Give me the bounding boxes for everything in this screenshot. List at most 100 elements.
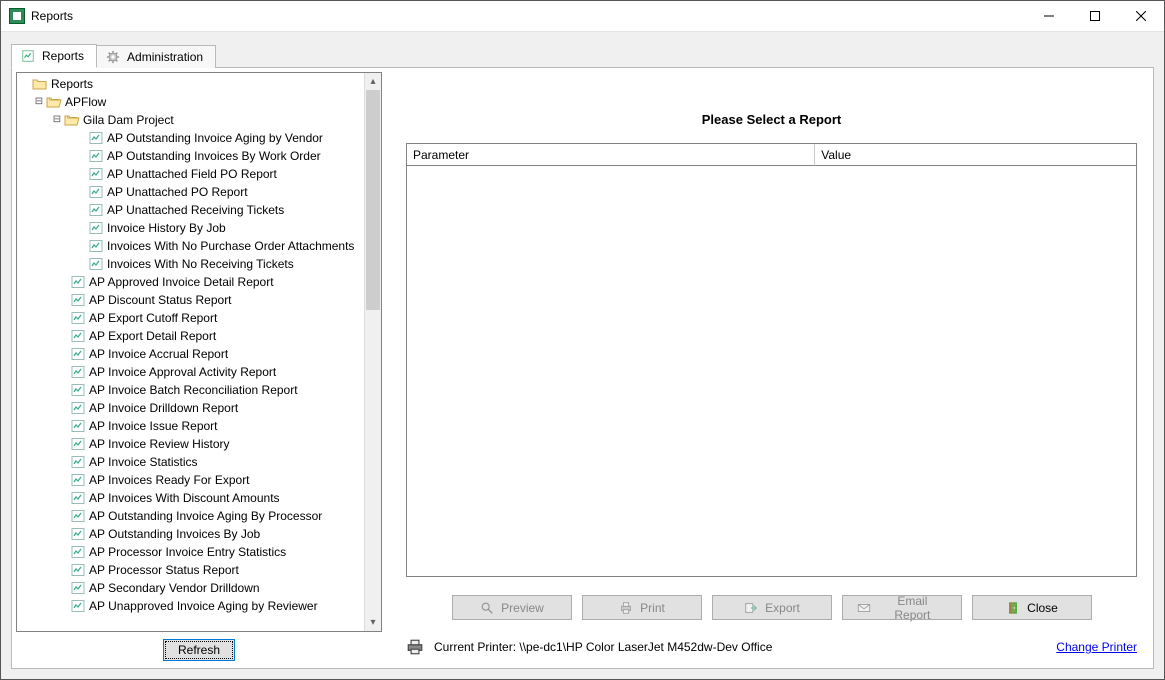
- tree-report-item[interactable]: Invoice History By Job: [19, 219, 364, 237]
- report-icon: [88, 148, 104, 164]
- report-icon: [70, 418, 86, 434]
- tree-report-item[interactable]: AP Outstanding Invoices By Job: [19, 525, 364, 543]
- tab-label: Reports: [42, 49, 84, 63]
- tree-report-item[interactable]: AP Invoice Issue Report: [19, 417, 364, 435]
- tab-administration[interactable]: Administration: [96, 45, 216, 68]
- print-button[interactable]: Print: [582, 595, 702, 620]
- report-icon: [70, 328, 86, 344]
- report-icon: [70, 544, 86, 560]
- window-title: Reports: [31, 9, 73, 23]
- tree-node-label: AP Processor Status Report: [89, 561, 239, 579]
- tree-folder-project[interactable]: ⊟Gila Dam Project: [19, 111, 364, 129]
- close-window-button[interactable]: [1118, 1, 1164, 31]
- action-row: Preview Print Export: [406, 577, 1137, 624]
- export-icon: [743, 600, 759, 616]
- column-parameter[interactable]: Parameter: [407, 144, 815, 166]
- report-icon: [70, 472, 86, 488]
- report-icon: [70, 274, 86, 290]
- tree-report-item[interactable]: AP Unattached Field PO Report: [19, 165, 364, 183]
- tree-container: Reports⊟APFlow⊟Gila Dam ProjectAP Outsta…: [16, 72, 382, 632]
- report-icon: [70, 526, 86, 542]
- content-frame: Reports⊟APFlow⊟Gila Dam ProjectAP Outsta…: [11, 67, 1154, 669]
- tree-node-label: AP Invoices Ready For Export: [89, 471, 250, 489]
- tabbar: Reports Administration: [11, 42, 1154, 68]
- tab-reports[interactable]: Reports: [11, 44, 97, 68]
- report-icon: [88, 184, 104, 200]
- report-tree[interactable]: Reports⊟APFlow⊟Gila Dam ProjectAP Outsta…: [17, 73, 364, 631]
- report-icon: [70, 580, 86, 596]
- tree-folder-apflow[interactable]: ⊟APFlow: [19, 93, 364, 111]
- report-icon: [70, 292, 86, 308]
- tree-report-item[interactable]: AP Approved Invoice Detail Report: [19, 273, 364, 291]
- report-icon: [88, 220, 104, 236]
- tree-node-label: AP Invoice Accrual Report: [89, 345, 228, 363]
- tree-report-item[interactable]: AP Invoice Batch Reconciliation Report: [19, 381, 364, 399]
- parameter-grid-header: Parameter Value: [407, 144, 1136, 166]
- report-icon: [88, 238, 104, 254]
- parameter-grid: Parameter Value: [406, 143, 1137, 577]
- titlebar: Reports: [1, 1, 1164, 32]
- tree-expander[interactable]: ⊟: [33, 93, 45, 111]
- button-label: Close: [1027, 601, 1058, 615]
- tree-report-item[interactable]: AP Invoice Statistics: [19, 453, 364, 471]
- tree-report-item[interactable]: Invoices With No Purchase Order Attachme…: [19, 237, 364, 255]
- tree-report-item[interactable]: AP Processor Status Report: [19, 561, 364, 579]
- tree-report-item[interactable]: AP Processor Invoice Entry Statistics: [19, 543, 364, 561]
- tree-scrollbar[interactable]: ▴ ▾: [364, 73, 381, 631]
- report-icon: [70, 598, 86, 614]
- email-report-button[interactable]: Email Report: [842, 595, 962, 620]
- tree-node-label: AP Export Cutoff Report: [89, 309, 217, 327]
- tree-report-item[interactable]: AP Outstanding Invoices By Work Order: [19, 147, 364, 165]
- tree-node-label: AP Discount Status Report: [89, 291, 232, 309]
- tree-root[interactable]: Reports: [19, 75, 364, 93]
- tree-node-label: AP Unattached Field PO Report: [107, 165, 277, 183]
- tree-report-item[interactable]: AP Export Detail Report: [19, 327, 364, 345]
- tree-report-item[interactable]: AP Invoices With Discount Amounts: [19, 489, 364, 507]
- preview-button[interactable]: Preview: [452, 595, 572, 620]
- tree-node-label: Invoices With No Purchase Order Attachme…: [107, 237, 354, 255]
- tree-expander[interactable]: ⊟: [51, 111, 63, 129]
- scroll-down-arrow[interactable]: ▾: [365, 614, 381, 631]
- door-icon: [1005, 600, 1021, 616]
- report-icon: [70, 508, 86, 524]
- body-area: Reports Administration Reports⊟APFlow⊟Gi…: [1, 32, 1164, 679]
- column-value[interactable]: Value: [815, 144, 1136, 166]
- reports-window: Reports Reports: [0, 0, 1165, 680]
- refresh-button[interactable]: Refresh: [163, 639, 235, 661]
- tree-report-item[interactable]: AP Invoice Review History: [19, 435, 364, 453]
- printer-icon: [618, 600, 634, 616]
- tree-report-item[interactable]: AP Invoice Accrual Report: [19, 345, 364, 363]
- report-icon: [70, 346, 86, 362]
- tree-report-item[interactable]: AP Unattached PO Report: [19, 183, 364, 201]
- tree-report-item[interactable]: AP Secondary Vendor Drilldown: [19, 579, 364, 597]
- tree-node-label: AP Unapproved Invoice Aging by Reviewer: [89, 597, 318, 615]
- tree-node-label: AP Invoice Statistics: [89, 453, 198, 471]
- export-button[interactable]: Export: [712, 595, 832, 620]
- refresh-row: Refresh: [16, 632, 382, 662]
- tree-report-item[interactable]: Invoices With No Receiving Tickets: [19, 255, 364, 273]
- tree-report-item[interactable]: AP Export Cutoff Report: [19, 309, 364, 327]
- maximize-button[interactable]: [1072, 1, 1118, 31]
- tree-node-label: AP Outstanding Invoices By Work Order: [107, 147, 321, 165]
- scroll-thumb[interactable]: [366, 90, 380, 310]
- change-printer-link[interactable]: Change Printer: [1056, 640, 1137, 654]
- tree-report-item[interactable]: AP Unattached Receiving Tickets: [19, 201, 364, 219]
- tree-report-item[interactable]: AP Invoices Ready For Export: [19, 471, 364, 489]
- folder-open-icon: [46, 94, 62, 110]
- magnifier-icon: [479, 600, 495, 616]
- right-panel: Please Select a Report Parameter Value P…: [382, 68, 1153, 668]
- report-icon: [70, 364, 86, 380]
- tree-report-item[interactable]: AP Outstanding Invoice Aging By Processo…: [19, 507, 364, 525]
- close-button[interactable]: Close: [972, 595, 1092, 620]
- minimize-button[interactable]: [1026, 1, 1072, 31]
- tree-report-item[interactable]: AP Outstanding Invoice Aging by Vendor: [19, 129, 364, 147]
- tree-report-item[interactable]: AP Invoice Approval Activity Report: [19, 363, 364, 381]
- tree-report-item[interactable]: AP Invoice Drilldown Report: [19, 399, 364, 417]
- app-icon: [9, 8, 25, 24]
- scroll-up-arrow[interactable]: ▴: [365, 73, 381, 90]
- left-panel: Reports⊟APFlow⊟Gila Dam ProjectAP Outsta…: [12, 68, 382, 668]
- tree-node-label: Invoices With No Receiving Tickets: [107, 255, 294, 273]
- tree-node-label: AP Outstanding Invoices By Job: [89, 525, 260, 543]
- tree-report-item[interactable]: AP Unapproved Invoice Aging by Reviewer: [19, 597, 364, 615]
- tree-report-item[interactable]: AP Discount Status Report: [19, 291, 364, 309]
